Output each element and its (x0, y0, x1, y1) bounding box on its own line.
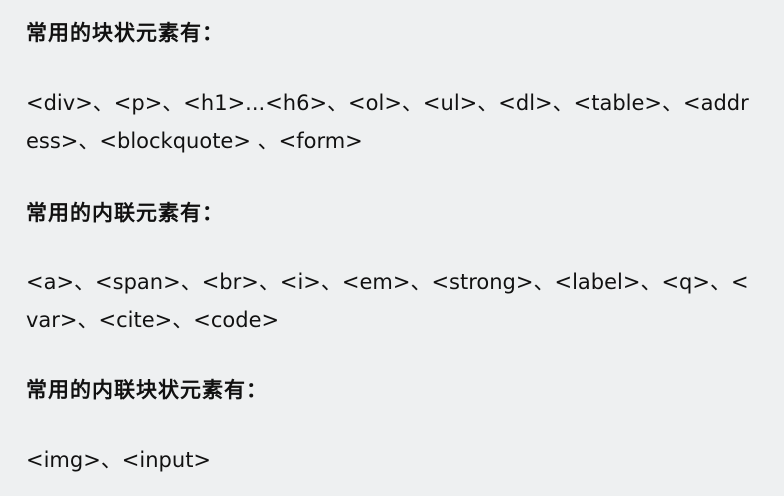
section-inline-elements: 常用的内联元素有： <a>、<span>、<br>、<i>、<em>、<stro… (26, 196, 758, 339)
section-heading: 常用的块状元素有： (26, 21, 224, 45)
section-inline-block-elements: 常用的内联块状元素有： <img>、<input> (26, 373, 758, 479)
section-content: <img>、<input> (26, 448, 212, 472)
section-content: <div>、<p>、<h1>...<h6>、<ol>、<ul>、<dl>、<ta… (26, 91, 749, 153)
section-content: <a>、<span>、<br>、<i>、<em>、<strong>、<label… (26, 270, 749, 332)
document: 常用的块状元素有： <div>、<p>、<h1>...<h6>、<ol>、<ul… (0, 0, 784, 496)
section-block-elements: 常用的块状元素有： <div>、<p>、<h1>...<h6>、<ol>、<ul… (26, 16, 758, 160)
section-heading: 常用的内联块状元素有： (26, 378, 268, 402)
section-heading: 常用的内联元素有： (26, 201, 224, 225)
